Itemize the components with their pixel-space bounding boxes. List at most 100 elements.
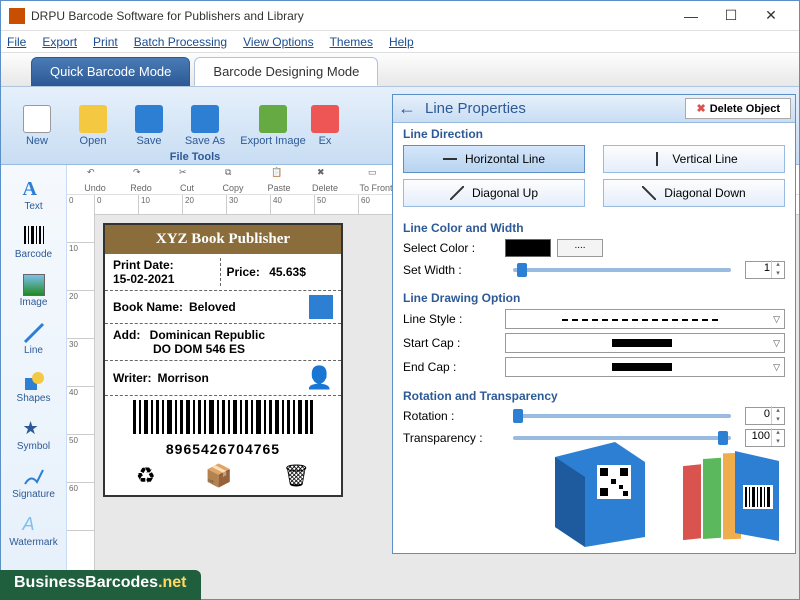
select-color-label: Select Color : — [403, 241, 499, 255]
tool-image[interactable]: Image — [1, 267, 66, 315]
tool-text[interactable]: AText — [1, 171, 66, 219]
tool-watermark[interactable]: AWatermark — [1, 507, 66, 555]
width-slider[interactable] — [513, 268, 731, 272]
endcap-combo[interactable]: ▽ — [505, 357, 785, 377]
section-drawing-option: Line Drawing Option — [403, 291, 785, 305]
linestyle-combo[interactable]: ▽ — [505, 309, 785, 329]
tool-barcode[interactable]: Barcode — [1, 219, 66, 267]
chevron-down-icon: ▽ — [773, 314, 780, 325]
transparency-label: Transparency : — [403, 431, 499, 445]
copy-icon: ⧉ — [225, 167, 241, 183]
signature-icon — [23, 466, 45, 488]
books-barcode-illustration — [675, 437, 785, 547]
barcode-icon — [23, 226, 45, 248]
price-value: 45.63$ — [269, 265, 306, 279]
line-properties-panel: ← Line Properties ✖Delete Object Line Di… — [392, 94, 796, 554]
ribbon-new[interactable]: New — [9, 91, 65, 160]
label-symbol-row: ♻📦🗑 — [105, 457, 341, 495]
maximize-button[interactable]: ☐ — [711, 2, 751, 30]
rotation-slider[interactable] — [513, 414, 731, 418]
address-key: Add: — [113, 328, 140, 342]
linestyle-label: Line Style : — [403, 312, 499, 326]
book-icon — [309, 295, 333, 319]
ribbon-open[interactable]: Open — [65, 91, 121, 160]
shapes-icon — [23, 370, 45, 392]
diag-down-icon — [642, 186, 656, 200]
menu-export[interactable]: Export — [42, 35, 77, 49]
dir-horizontal-button[interactable]: Horizontal Line — [403, 145, 585, 173]
ribbon-export-image[interactable]: Export Image — [233, 91, 313, 160]
endcap-label: End Cap : — [403, 360, 499, 374]
writer-value: Morrison — [157, 371, 208, 385]
dir-vertical-button[interactable]: Vertical Line — [603, 145, 785, 173]
mode-tabbar: Quick Barcode Mode Barcode Designing Mod… — [1, 53, 799, 87]
bookname-value: Beloved — [189, 300, 236, 314]
section-color-width: Line Color and Width — [403, 221, 785, 235]
tool-symbol[interactable]: ★Symbol — [1, 411, 66, 459]
ribbon-saveas[interactable]: Save As — [177, 91, 233, 160]
linestyle-value — [510, 312, 773, 326]
cut-button[interactable]: ✂Cut — [165, 167, 209, 193]
address-line2: DO DOM 546 ES — [153, 342, 245, 356]
line-icon — [23, 322, 45, 344]
decorative-books — [545, 437, 785, 547]
section-line-direction: Line Direction — [403, 127, 785, 141]
paste-button[interactable]: 📋Paste — [257, 167, 301, 193]
menu-view[interactable]: View Options — [243, 35, 313, 49]
width-value[interactable]: 1 — [745, 261, 785, 279]
bookname-key: Book Name: — [113, 300, 183, 314]
handle-care-icon: 📦 — [205, 463, 232, 489]
menu-help[interactable]: Help — [389, 35, 414, 49]
label-header: XYZ Book Publisher — [105, 225, 341, 254]
barcode-graphic — [105, 396, 341, 441]
delete-object-button[interactable]: ✖Delete Object — [685, 98, 791, 119]
dir-diagonal-down-button[interactable]: Diagonal Down — [603, 179, 785, 207]
tool-shapes[interactable]: Shapes — [1, 363, 66, 411]
chevron-down-icon: ▽ — [773, 338, 780, 349]
minimize-button[interactable]: — — [671, 2, 711, 30]
tofront-icon: ▭ — [368, 167, 384, 183]
menu-batch[interactable]: Batch Processing — [134, 35, 227, 49]
printdate-value: 15-02-2021 — [113, 272, 174, 286]
ribbon-export-partial[interactable]: Ex — [313, 91, 337, 160]
redo-button[interactable]: ↷Redo — [119, 167, 163, 193]
barcode-label[interactable]: XYZ Book Publisher Print Date:15-02-2021… — [103, 223, 343, 497]
tab-quick-barcode[interactable]: Quick Barcode Mode — [31, 57, 190, 86]
writer-key: Writer: — [113, 371, 151, 385]
menu-print[interactable]: Print — [93, 35, 118, 49]
vert-line-icon — [650, 152, 664, 166]
undo-icon: ↶ — [87, 167, 103, 183]
copy-button[interactable]: ⧉Copy — [211, 167, 255, 193]
color-picker-button[interactable]: .... — [557, 239, 603, 257]
diag-up-icon — [450, 186, 464, 200]
app-icon — [9, 8, 25, 24]
left-toolbar: AText Barcode Image Line Shapes ★Symbol … — [1, 165, 67, 599]
section-rotation-transparency: Rotation and Transparency — [403, 389, 785, 403]
undo-button[interactable]: ↶Undo — [73, 167, 117, 193]
menu-file[interactable]: File — [7, 35, 26, 49]
ribbon-save[interactable]: Save — [121, 91, 177, 160]
color-swatch[interactable] — [505, 239, 551, 257]
text-icon: A — [23, 178, 45, 200]
person-icon: 👤 — [306, 365, 333, 391]
close-button[interactable]: ✕ — [751, 2, 791, 30]
menu-themes[interactable]: Themes — [330, 35, 373, 49]
ribbon-group-label: File Tools — [1, 151, 389, 163]
window-title: DRPU Barcode Software for Publishers and… — [31, 9, 671, 23]
tool-signature[interactable]: Signature — [1, 459, 66, 507]
symbol-icon: ★ — [23, 418, 45, 440]
panel-back-button[interactable]: ← — [393, 98, 421, 119]
rotation-value[interactable]: 0 — [745, 407, 785, 425]
startcap-combo[interactable]: ▽ — [505, 333, 785, 353]
vertical-ruler: 0102030405060 — [67, 195, 95, 599]
dir-diagonal-up-button[interactable]: Diagonal Up — [403, 179, 585, 207]
price-key: Price: — [227, 265, 260, 279]
tab-barcode-designing[interactable]: Barcode Designing Mode — [194, 57, 378, 86]
startcap-label: Start Cap : — [403, 336, 499, 350]
delete-button[interactable]: ✖Delete — [303, 167, 347, 193]
tool-line[interactable]: Line — [1, 315, 66, 363]
menubar: File Export Print Batch Processing View … — [1, 31, 799, 53]
watermark-icon: A — [23, 514, 45, 536]
image-icon — [23, 274, 45, 296]
horiz-line-icon — [443, 152, 457, 166]
